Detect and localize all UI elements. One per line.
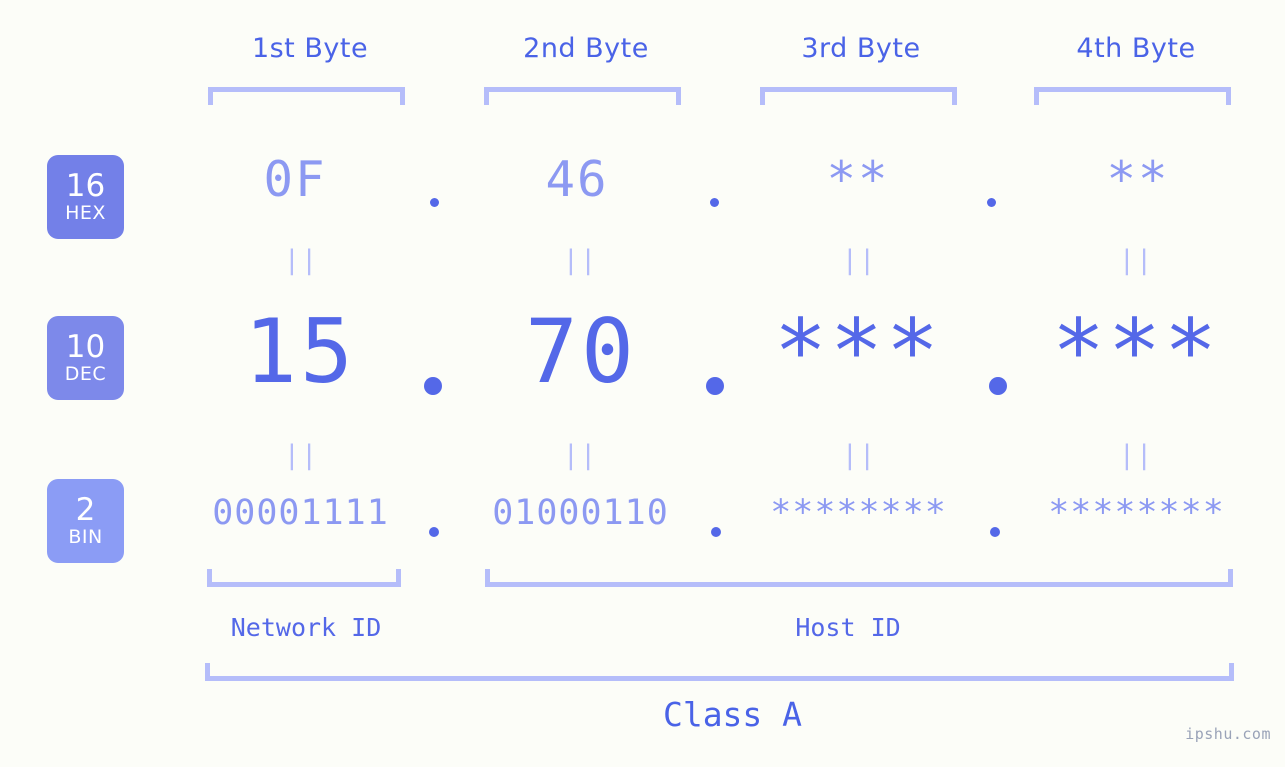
hex-value-byte-4: **	[1106, 151, 1170, 208]
dec-value-byte-2: 70	[525, 300, 637, 403]
dec-value-byte-3: ***	[774, 300, 942, 403]
equals-marker-dec-bin-2: ||	[562, 440, 598, 471]
bin-dot-separator-2	[711, 527, 721, 537]
byte-header-1: 1st Byte	[251, 33, 369, 64]
byte-bracket-top-1	[208, 87, 405, 105]
bin-value-byte-1: 00001111	[212, 493, 389, 533]
byte-header-2: 2nd Byte	[523, 33, 649, 64]
bin-value-byte-4: ********	[1048, 493, 1225, 533]
bin-value-byte-3: ********	[770, 493, 947, 533]
equals-marker-hex-dec-1: ||	[283, 245, 319, 276]
base-badge-dec: 10 DEC	[47, 316, 124, 400]
base-badge-bin: 2 BIN	[47, 479, 124, 563]
base-badge-hex-number: 16	[65, 168, 106, 204]
dec-value-byte-4: ***	[1052, 300, 1220, 403]
equals-marker-hex-dec-2: ||	[562, 245, 598, 276]
byte-bracket-top-4	[1034, 87, 1231, 105]
ip-byte-breakdown-diagram: 1st Byte 2nd Byte 3rd Byte 4th Byte 16 H…	[0, 0, 1285, 767]
equals-marker-hex-dec-3: ||	[841, 245, 877, 276]
class-label: Class A	[662, 695, 803, 734]
dec-dot-separator-1	[424, 377, 442, 395]
watermark: ipshu.com	[1185, 725, 1271, 743]
hex-value-byte-3: **	[826, 151, 890, 208]
bin-dot-separator-3	[990, 527, 1000, 537]
hex-value-byte-2: 46	[545, 151, 609, 208]
host-id-bracket	[485, 569, 1233, 587]
hex-dot-separator-2	[710, 198, 719, 207]
dec-value-byte-1: 15	[244, 300, 356, 403]
network-id-bracket	[207, 569, 401, 587]
bin-value-byte-2: 01000110	[492, 493, 669, 533]
equals-marker-hex-dec-4: ||	[1118, 245, 1154, 276]
base-badge-hex-name: HEX	[65, 202, 106, 224]
base-badge-bin-number: 2	[75, 492, 96, 528]
equals-marker-dec-bin-4: ||	[1118, 440, 1154, 471]
base-badge-dec-number: 10	[65, 329, 106, 365]
bin-dot-separator-1	[429, 527, 439, 537]
class-bracket	[205, 663, 1234, 681]
base-badge-bin-name: BIN	[68, 526, 103, 548]
base-badge-dec-name: DEC	[64, 363, 107, 385]
hex-value-byte-1: 0F	[263, 151, 327, 208]
hex-dot-separator-1	[430, 198, 439, 207]
base-badge-hex: 16 HEX	[47, 155, 124, 239]
host-id-label: Host ID	[795, 613, 901, 642]
dec-dot-separator-3	[989, 377, 1007, 395]
byte-bracket-top-2	[484, 87, 681, 105]
network-id-label: Network ID	[230, 613, 382, 642]
byte-bracket-top-3	[760, 87, 957, 105]
byte-header-4: 4th Byte	[1076, 33, 1196, 64]
hex-dot-separator-3	[987, 198, 996, 207]
dec-dot-separator-2	[706, 377, 724, 395]
byte-header-3: 3rd Byte	[801, 33, 921, 64]
equals-marker-dec-bin-3: ||	[841, 440, 877, 471]
equals-marker-dec-bin-1: ||	[283, 440, 319, 471]
